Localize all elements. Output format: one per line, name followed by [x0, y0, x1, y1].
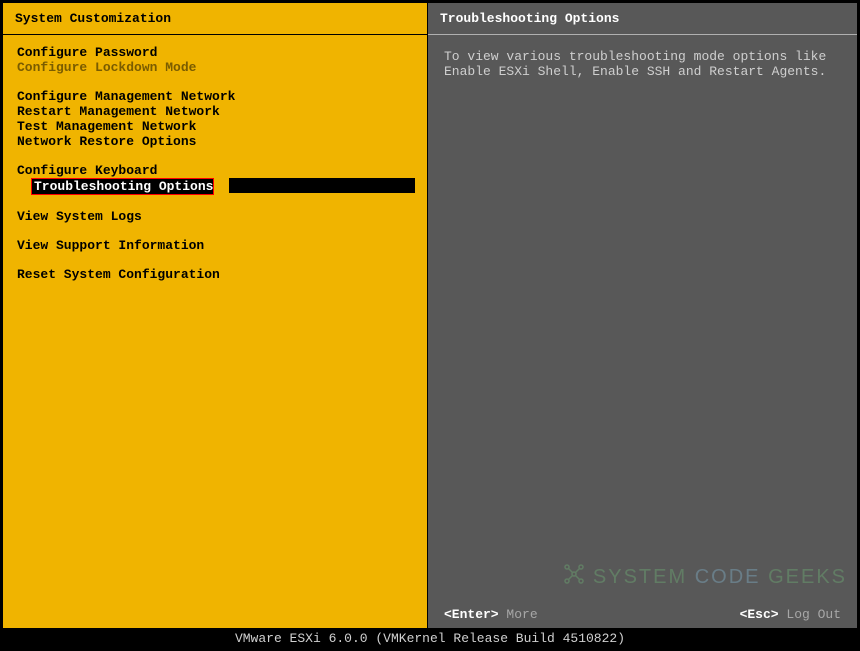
left-panel: System Customization Configure PasswordC…: [3, 3, 428, 628]
menu-item[interactable]: Configure Keyboard: [3, 163, 427, 178]
menu-item[interactable]: Configure Password: [3, 45, 427, 60]
right-panel: Troubleshooting Options To view various …: [428, 3, 857, 628]
status-bar: VMware ESXi 6.0.0 (VMKernel Release Buil…: [0, 630, 860, 648]
watermark-word-2: CODE: [695, 566, 761, 589]
menu-item[interactable]: View Support Information: [3, 238, 427, 253]
menu-item[interactable]: Network Restore Options: [3, 134, 427, 149]
esc-hint[interactable]: <Esc> Log Out: [740, 607, 841, 622]
footer-keys: <Enter> More <Esc> Log Out: [428, 607, 857, 622]
watermark-word-3: GEEKS: [768, 566, 847, 589]
menu-list: Configure PasswordConfigure Lockdown Mod…: [3, 35, 427, 282]
menu-item[interactable]: Configure Management Network: [3, 89, 427, 104]
right-panel-title: Troubleshooting Options: [428, 3, 857, 34]
right-panel-description: To view various troubleshooting mode opt…: [428, 35, 857, 93]
menu-item-selected[interactable]: Troubleshooting Options: [31, 178, 214, 195]
menu-item[interactable]: Test Management Network: [3, 119, 427, 134]
menu-item[interactable]: Reset System Configuration: [3, 267, 427, 282]
menu-item[interactable]: Configure Lockdown Mode: [3, 60, 427, 75]
enter-hint[interactable]: <Enter> More: [444, 607, 538, 622]
watermark: SYSTEM CODE GEEKS: [561, 561, 847, 593]
geeks-logo-icon: [561, 561, 587, 593]
menu-item[interactable]: Restart Management Network: [3, 104, 427, 119]
watermark-word-1: SYSTEM: [593, 566, 687, 589]
left-panel-title: System Customization: [3, 3, 427, 34]
menu-item[interactable]: View System Logs: [3, 209, 427, 224]
